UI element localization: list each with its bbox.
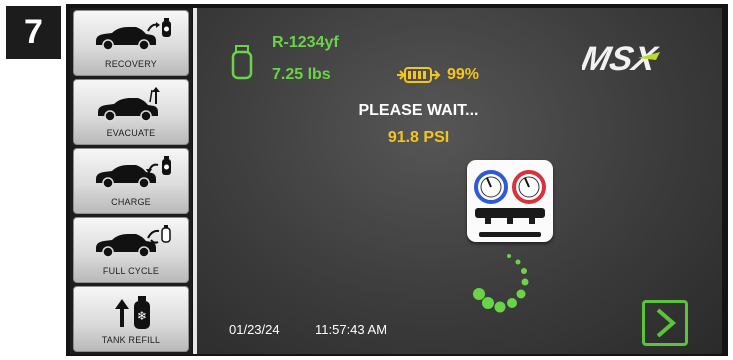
step-number-badge: 7 (6, 6, 61, 59)
loading-spinner (473, 254, 529, 313)
sidebar-item-tank-refill[interactable]: ❄ TANK REFILL (73, 286, 189, 352)
next-button[interactable] (642, 300, 688, 346)
sidebar: RECOVERY EVACUATE CHARGE FULL CYCLE ❄ TA… (70, 8, 192, 354)
battery-percent: 99% (447, 66, 480, 83)
car-recovery-icon (96, 18, 171, 51)
status-message: PLEASE WAIT... (358, 102, 479, 119)
chevron-right-icon (656, 308, 677, 338)
sidebar-item-label: CHARGE (111, 197, 151, 207)
time-display: 11:57:43 AM (315, 322, 388, 337)
msx-logo: MSX (582, 40, 662, 76)
sidebar-item-label: FULL CYCLE (102, 266, 160, 276)
sidebar-item-label: TANK REFILL (101, 335, 161, 345)
date-display: 01/23/24 (229, 322, 280, 337)
sidebar-item-recovery[interactable]: RECOVERY (73, 10, 189, 76)
sidebar-item-label: RECOVERY (105, 59, 157, 69)
tank-refill-icon: ❄ (115, 296, 150, 329)
refrigerant-tank-icon (231, 45, 253, 80)
svg-text:❄: ❄ (137, 309, 147, 323)
main-screen: R-1234yf 7.25 lbs 99% MSX PLEASE WAIT...… (197, 8, 722, 354)
pressure-reading: 91.8 PSI (387, 129, 450, 146)
tank-weight: 7.25 lbs (272, 66, 331, 83)
device-screen-frame: RECOVERY EVACUATE CHARGE FULL CYCLE ❄ TA… (66, 4, 728, 356)
sidebar-item-charge[interactable]: CHARGE (73, 148, 189, 214)
car-full-cycle-icon (96, 225, 171, 258)
car-charge-icon (96, 156, 171, 189)
manifold-gauges-icon (467, 160, 553, 242)
battery-icon (397, 67, 441, 83)
sidebar-item-full-cycle[interactable]: FULL CYCLE (73, 217, 189, 283)
sidebar-item-evacuate[interactable]: EVACUATE (73, 79, 189, 145)
sidebar-item-label: EVACUATE (106, 128, 156, 138)
car-evacuate-icon (98, 87, 160, 122)
refrigerant-type: R-1234yf (272, 34, 339, 51)
